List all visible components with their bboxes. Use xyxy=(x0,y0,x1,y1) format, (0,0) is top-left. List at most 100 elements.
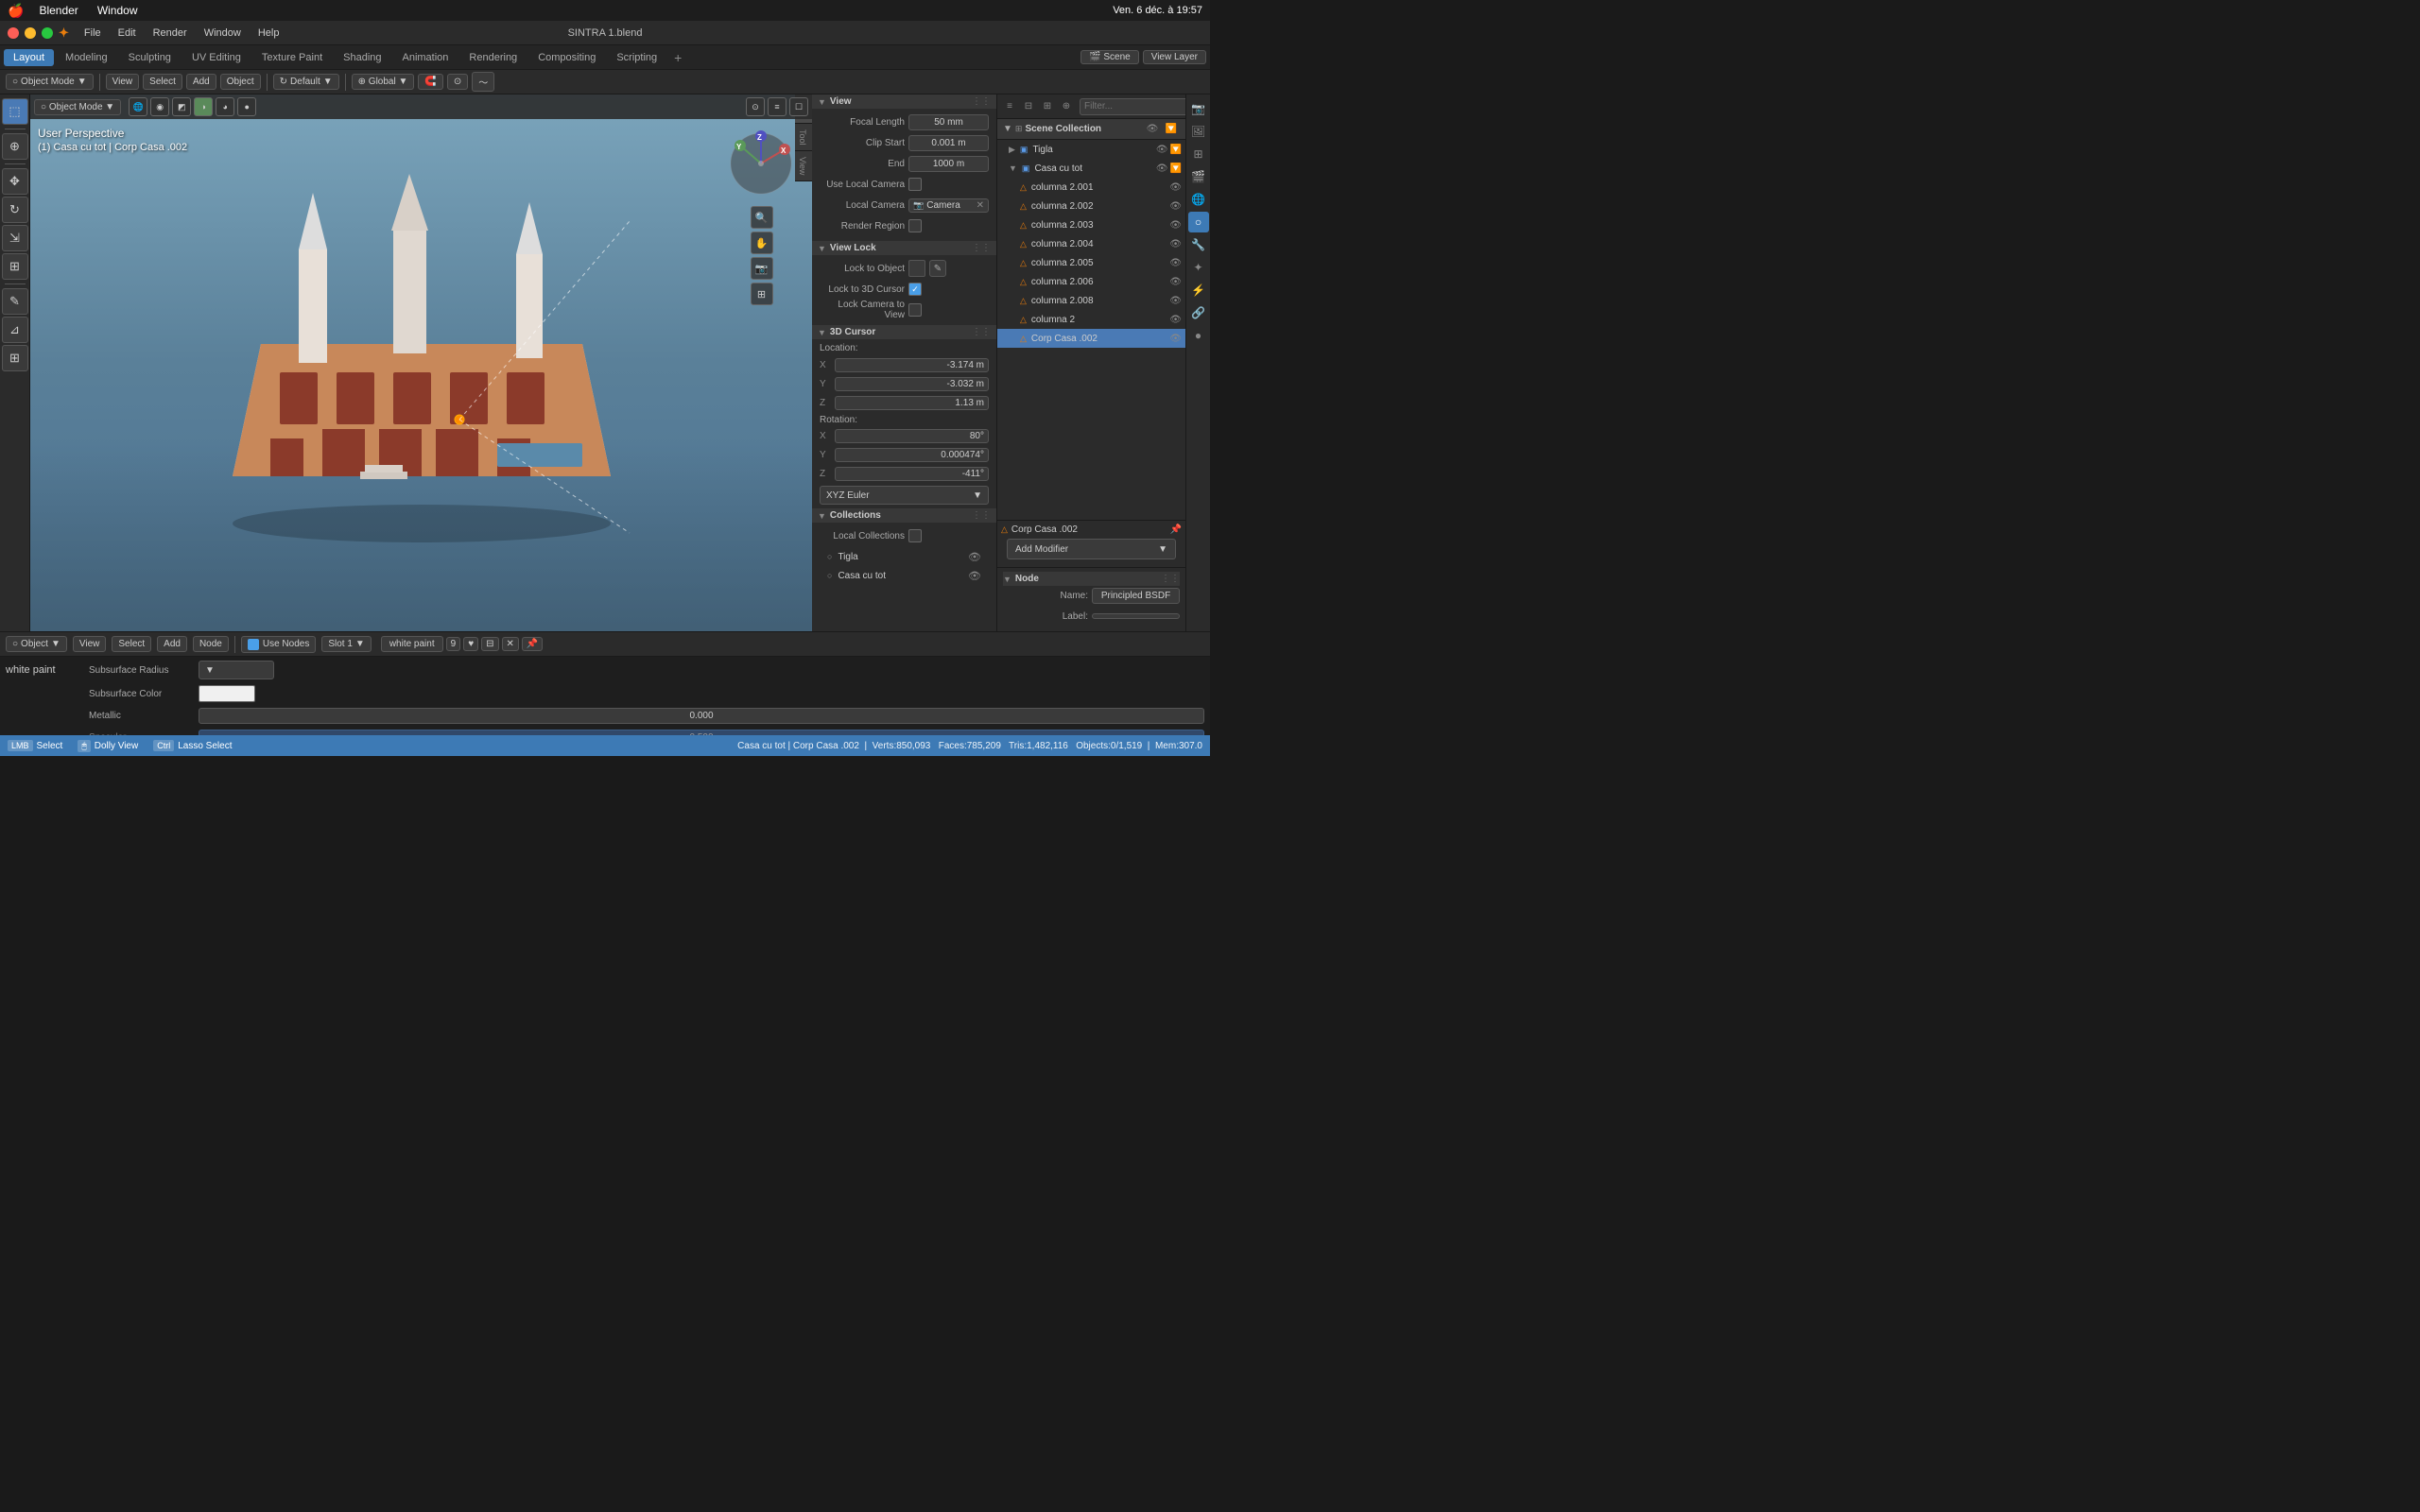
tigla-restrict-icon[interactable]: 🔽 xyxy=(1170,145,1182,155)
tool-select[interactable]: ⬚ xyxy=(2,98,28,125)
maximize-button[interactable] xyxy=(42,27,53,39)
bottom-view-btn[interactable]: View xyxy=(73,636,107,652)
lock-camera-checkbox[interactable] xyxy=(908,303,922,317)
apple-icon[interactable]: 🍎 xyxy=(8,3,24,19)
scene-props-icon[interactable]: 🎬 xyxy=(1188,166,1209,187)
browse-material[interactable]: 9 xyxy=(446,637,461,651)
snap-selector[interactable]: ⊕ Global ▼ xyxy=(352,74,415,90)
cursor-ry-value[interactable]: 0.000474° xyxy=(835,448,989,462)
view-tab[interactable]: View xyxy=(795,151,812,181)
tool-annotate[interactable]: ✎ xyxy=(2,288,28,315)
tigla-eye-icon[interactable]: 👁 xyxy=(1156,145,1168,155)
add-menu[interactable]: Add xyxy=(186,74,216,90)
menu-render[interactable]: Render xyxy=(147,26,193,41)
tool-add[interactable]: ⊞ xyxy=(2,345,28,371)
cursor-z-value[interactable]: 1.13 m xyxy=(835,396,989,410)
subsurface-color-swatch[interactable] xyxy=(199,685,255,702)
object-props-icon[interactable]: ○ xyxy=(1188,212,1209,232)
view-layer-selector[interactable]: View Layer xyxy=(1143,50,1206,64)
collections-header[interactable]: ▼ Collections ⋮⋮ xyxy=(812,508,996,523)
outliner-icon-2[interactable]: ⊟ xyxy=(1020,98,1037,115)
outliner-item-col-main[interactable]: △ columna 2 👁 xyxy=(997,310,1185,329)
node-name-value[interactable]: Principled BSDF xyxy=(1092,588,1180,604)
outliner-item-col-5[interactable]: △ columna 2.005 👁 xyxy=(997,253,1185,272)
viewport-mode-btn[interactable]: ○ Object Mode ▼ xyxy=(34,99,121,115)
obj-pin-icon[interactable]: 📌 xyxy=(1170,524,1182,535)
collection-tigla-eye[interactable]: 👁 xyxy=(968,551,981,563)
view-layer-props-icon[interactable]: ⊞ xyxy=(1188,144,1209,164)
tab-layout[interactable]: Layout xyxy=(4,49,54,66)
particle-props-icon[interactable]: ✦ xyxy=(1188,257,1209,278)
menu-edit[interactable]: Edit xyxy=(112,26,142,41)
tab-animation[interactable]: Animation xyxy=(393,49,458,66)
viewport-rendered-btn[interactable]: ● xyxy=(237,97,256,116)
viewport-render-btn[interactable]: ◩ xyxy=(172,97,191,116)
snap-toggle[interactable]: 🧲 xyxy=(418,74,442,90)
local-camera-field[interactable]: 📷 Camera ✕ xyxy=(908,198,989,213)
material-heart[interactable]: ♥ xyxy=(463,637,478,651)
render-props-icon[interactable]: 📷 xyxy=(1188,98,1209,119)
tool-scale[interactable]: ⇲ xyxy=(2,225,28,251)
slot-btn[interactable]: Slot 1 ▼ xyxy=(321,636,371,652)
viewport-shading-btn[interactable]: ◉ xyxy=(150,97,169,116)
mode-selector[interactable]: ○ Object Mode ▼ xyxy=(6,74,94,90)
orientation-selector[interactable]: ↻ Default ▼ xyxy=(273,74,339,90)
corp-casa-eye[interactable]: 👁 xyxy=(1169,334,1182,344)
viewport-overlay-btn[interactable]: 🌐 xyxy=(129,97,147,116)
local-collections-checkbox[interactable] xyxy=(908,529,922,542)
viewport-solid-btn[interactable]: ◑ xyxy=(194,97,213,116)
col6-eye[interactable]: 👁 xyxy=(1169,277,1182,287)
camera-field-clear[interactable]: ✕ xyxy=(977,200,984,211)
col4-eye[interactable]: 👁 xyxy=(1169,239,1182,249)
tool-move[interactable]: ✥ xyxy=(2,168,28,195)
casa-eye-icon[interactable]: 👁 xyxy=(1156,163,1168,174)
cursor-3d-header[interactable]: ▼ 3D Cursor ⋮⋮ xyxy=(812,325,996,339)
outliner-item-col-8[interactable]: △ columna 2.008 👁 xyxy=(997,291,1185,310)
view-menu[interactable]: View xyxy=(106,74,140,90)
lock-3d-cursor-checkbox[interactable]: ✓ xyxy=(908,283,922,296)
clip-end-value[interactable]: 1000 m xyxy=(908,156,989,172)
add-workspace-button[interactable]: + xyxy=(668,48,687,67)
material-pin[interactable]: 📌 xyxy=(522,637,543,651)
cursor-y-value[interactable]: -3.032 m xyxy=(835,377,989,391)
tab-uv-editing[interactable]: UV Editing xyxy=(182,49,251,66)
add-modifier-button[interactable]: Add Modifier ▼ xyxy=(1007,539,1176,559)
tool-transform[interactable]: ⊞ xyxy=(2,253,28,280)
outliner-item-tigla-collection[interactable]: ▶ ▣ Tigla 👁 🔽 xyxy=(997,140,1185,159)
menu-help[interactable]: Help xyxy=(252,26,285,41)
viewport-area[interactable]: ○ Object Mode ▼ 🌐 ◉ ◩ ◑ ◕ ● ⊙ ≡ ☐ User P… xyxy=(30,94,812,631)
scene-selector[interactable]: 🎬 Scene xyxy=(1080,50,1139,64)
outliner-item-col-2[interactable]: △ columna 2.002 👁 xyxy=(997,197,1185,215)
zoom-btn[interactable]: 🔍 xyxy=(751,206,773,229)
view-lock-section-header[interactable]: ▼ View Lock ⋮⋮ xyxy=(812,241,996,255)
col8-eye[interactable]: 👁 xyxy=(1169,296,1182,306)
outliner-icon-4[interactable]: ⊕ xyxy=(1058,98,1075,115)
outliner-item-col-4[interactable]: △ columna 2.004 👁 xyxy=(997,234,1185,253)
render-region-checkbox[interactable] xyxy=(908,219,922,232)
cursor-x-value[interactable]: -3.174 m xyxy=(835,358,989,372)
clip-start-value[interactable]: 0.001 m xyxy=(908,135,989,151)
outliner-icon-1[interactable]: ≡ xyxy=(1001,98,1018,115)
outliner-item-col-1[interactable]: △ columna 2.001 👁 xyxy=(997,178,1185,197)
cursor-rz-value[interactable]: -411° xyxy=(835,467,989,481)
scene-restrict-2[interactable]: 🔽 xyxy=(1163,121,1180,138)
proportional-options[interactable]: 〜 xyxy=(472,72,494,92)
view-section-header[interactable]: ▼ View ⋮⋮ xyxy=(812,94,996,109)
lock-object-checkbox[interactable] xyxy=(908,260,925,277)
camera-btn[interactable]: 📷 xyxy=(751,257,773,280)
bottom-object-btn[interactable]: ○ Object ▼ xyxy=(6,636,67,652)
hand-btn[interactable]: ✋ xyxy=(751,232,773,254)
select-menu[interactable]: Select xyxy=(143,74,182,90)
nav-gizmo[interactable]: Y X Z xyxy=(726,129,797,199)
menu-file[interactable]: File xyxy=(78,26,107,41)
col3-eye[interactable]: 👁 xyxy=(1169,220,1182,231)
output-props-icon[interactable]: 🖼 xyxy=(1188,121,1209,142)
material-copy[interactable]: ⊟ xyxy=(481,637,498,651)
collection-tigla-name[interactable]: Tigla xyxy=(838,552,962,562)
cursor-rx-value[interactable]: 80° xyxy=(835,429,989,443)
tool-rotate[interactable]: ↻ xyxy=(2,197,28,223)
subsurface-radius-dropdown[interactable]: ▼ xyxy=(199,661,274,679)
tab-scripting[interactable]: Scripting xyxy=(607,49,666,66)
node-label-value[interactable] xyxy=(1092,613,1180,619)
use-nodes-checkbox[interactable] xyxy=(248,639,259,650)
